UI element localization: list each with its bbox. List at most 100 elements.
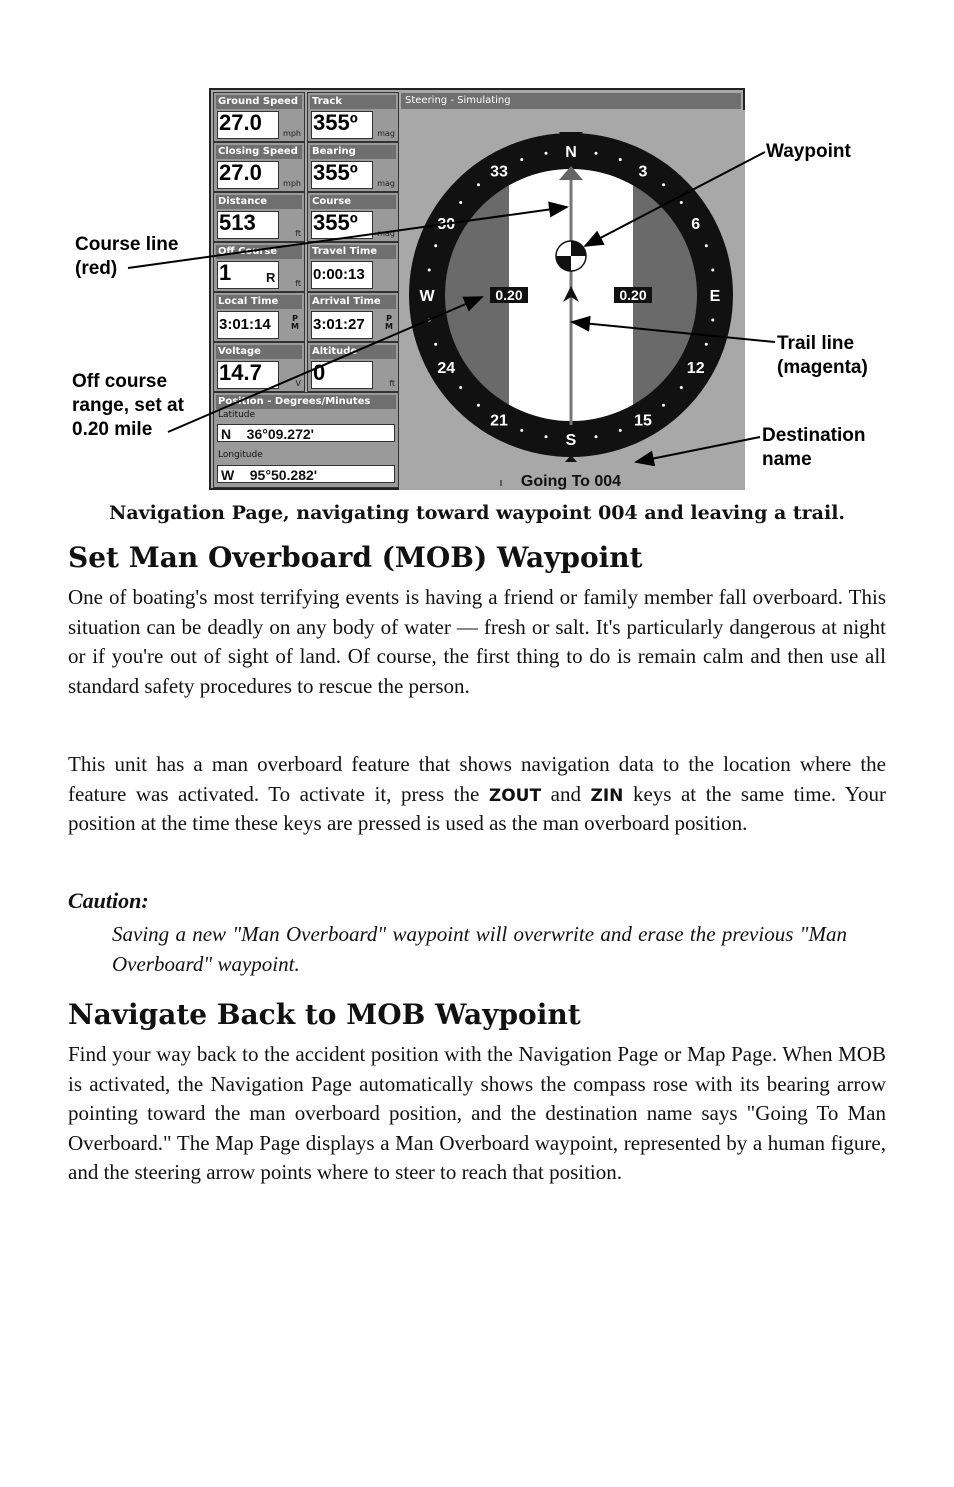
compass-tick	[679, 200, 683, 204]
latitude-label: Latitude	[218, 410, 256, 420]
compass-label: 15	[634, 413, 652, 430]
compass-tick	[544, 435, 548, 439]
panel-label: Local Time	[216, 295, 302, 309]
data-panel: Local Time 3:01:14 P M	[213, 292, 305, 342]
compass-tick	[459, 200, 463, 204]
panel-label: Travel Time	[310, 245, 396, 259]
callout-course-line: Course line (red)	[75, 234, 179, 279]
position-title: Position - Degrees/Minutes	[216, 395, 396, 409]
panel-unit: V	[295, 379, 301, 388]
section1-para2: This unit has a man overboard feature th…	[68, 750, 886, 839]
compass-label: E	[710, 288, 721, 305]
panel-unit: ft	[295, 229, 301, 238]
compass-tick	[427, 318, 431, 322]
compass-tick	[662, 403, 666, 407]
compass-tick	[618, 428, 622, 432]
panel-value: 27.0	[219, 110, 262, 135]
zin-key: ZIN	[590, 785, 624, 806]
compass-tick	[594, 435, 598, 439]
panel-value: 0:00:13	[313, 266, 365, 283]
panel-unit: ft	[295, 279, 301, 288]
panel-unit: mag	[377, 229, 395, 238]
panel-label: Altitude	[310, 345, 396, 359]
panel-unit: mag	[377, 179, 395, 188]
compass-tick	[594, 151, 598, 155]
compass-label: W	[419, 288, 435, 305]
off-course-left-label: 0.20	[495, 287, 522, 303]
panel-suffix: R	[266, 270, 276, 285]
steering-title: Steering - Simulating	[401, 93, 741, 109]
data-panel: Arrival Time 3:01:27 P M	[307, 292, 399, 342]
panel-value: 355º	[313, 210, 358, 235]
panel-unit: mph	[283, 179, 301, 188]
compass-label: N	[565, 144, 577, 161]
compass-label: 12	[687, 360, 705, 377]
figure-caption: Navigation Page, navigating toward waypo…	[108, 502, 846, 524]
compass-label: 24	[437, 360, 455, 377]
compass-tick	[434, 342, 438, 346]
data-panel: Course 355º mag	[307, 192, 399, 242]
panel-value: 355º	[313, 110, 358, 135]
compass-label: 33	[490, 163, 508, 180]
panel-label: Closing Speed	[216, 145, 302, 159]
data-panel: Altitude 0 ft	[307, 342, 399, 392]
panel-label: Arrival Time	[310, 295, 396, 309]
data-panel: Distance 513 ft	[213, 192, 305, 242]
compass-rose: N 3 6 E 12 15 S 21 24 W 30 33 0.20 0.20 Going To 00…	[399, 110, 745, 490]
section2-para: Find your way back to the accident posit…	[68, 1042, 886, 1184]
navigation-page-screenshot: Ground Speed 27.0 mph Track 355º mag Closing S…	[209, 88, 745, 490]
panel-label: Off Course	[216, 245, 302, 259]
panel-unit: ft	[389, 379, 395, 388]
compass-tick	[711, 268, 715, 272]
compass-tick	[476, 183, 480, 187]
panel-value: 355º	[313, 160, 358, 185]
compass-tick	[434, 244, 438, 248]
panel-unit: mag	[377, 129, 395, 138]
data-panel: Ground Speed 27.0 mph	[213, 92, 305, 142]
compass-label: 21	[490, 413, 508, 430]
section1-heading: Set Man Overboard (MOB) Waypoint	[68, 541, 643, 574]
panel-label: Bearing	[310, 145, 396, 159]
callout-trail-line: Trail line (magenta)	[777, 333, 868, 378]
panel-value: 3:01:27	[313, 316, 365, 333]
section1-para1: One of boating's most terrifying events …	[68, 585, 886, 698]
callout-waypoint: Waypoint	[766, 141, 851, 162]
data-panel: Travel Time 0:00:13	[307, 242, 399, 292]
panel-label: Course	[310, 195, 396, 209]
panel-value: 1	[219, 260, 232, 285]
compass-tick	[459, 386, 463, 390]
panel-label: Voltage	[216, 345, 302, 359]
compass-tick	[704, 342, 708, 346]
panel-label: Ground Speed	[216, 95, 302, 109]
waypoint-icon	[555, 240, 587, 272]
compass-label: 30	[437, 216, 455, 233]
panel-label: Distance	[216, 195, 302, 209]
panel-value: 0	[313, 360, 326, 385]
compass-tick	[427, 268, 431, 272]
panel-unit: mph	[283, 129, 301, 138]
compass-tick	[679, 386, 683, 390]
longitude-value: W 95°50.282'	[217, 465, 395, 483]
caution-title: Caution:	[68, 888, 149, 913]
callout-destination-name: Destination name	[762, 425, 866, 470]
data-panel: Off Course 1 Rft	[213, 242, 305, 292]
compass-tick	[520, 428, 524, 432]
compass-tick	[711, 318, 715, 322]
callout-off-course: Off course range, set at 0.20 mile	[72, 371, 184, 440]
panel-value: 14.7	[219, 360, 262, 385]
data-panel: Voltage 14.7 V	[213, 342, 305, 392]
compass-tick	[520, 158, 524, 162]
compass-label: 3	[639, 163, 648, 180]
compass-tick	[704, 244, 708, 248]
panel-ampm: P M	[385, 314, 393, 331]
panel-value: 3:01:14	[219, 316, 271, 333]
zout-key: ZOUT	[488, 785, 542, 806]
compass-tick	[662, 183, 666, 187]
compass-tick	[476, 403, 480, 407]
longitude-label: Longitude	[218, 450, 263, 460]
data-panel: Track 355º mag	[307, 92, 399, 142]
caution-text: Saving a new "Man Overboard" waypoint wi…	[112, 922, 847, 976]
panel-value: 513	[219, 210, 256, 235]
para2-text-b: and	[541, 781, 591, 806]
compass-tick	[618, 158, 622, 162]
